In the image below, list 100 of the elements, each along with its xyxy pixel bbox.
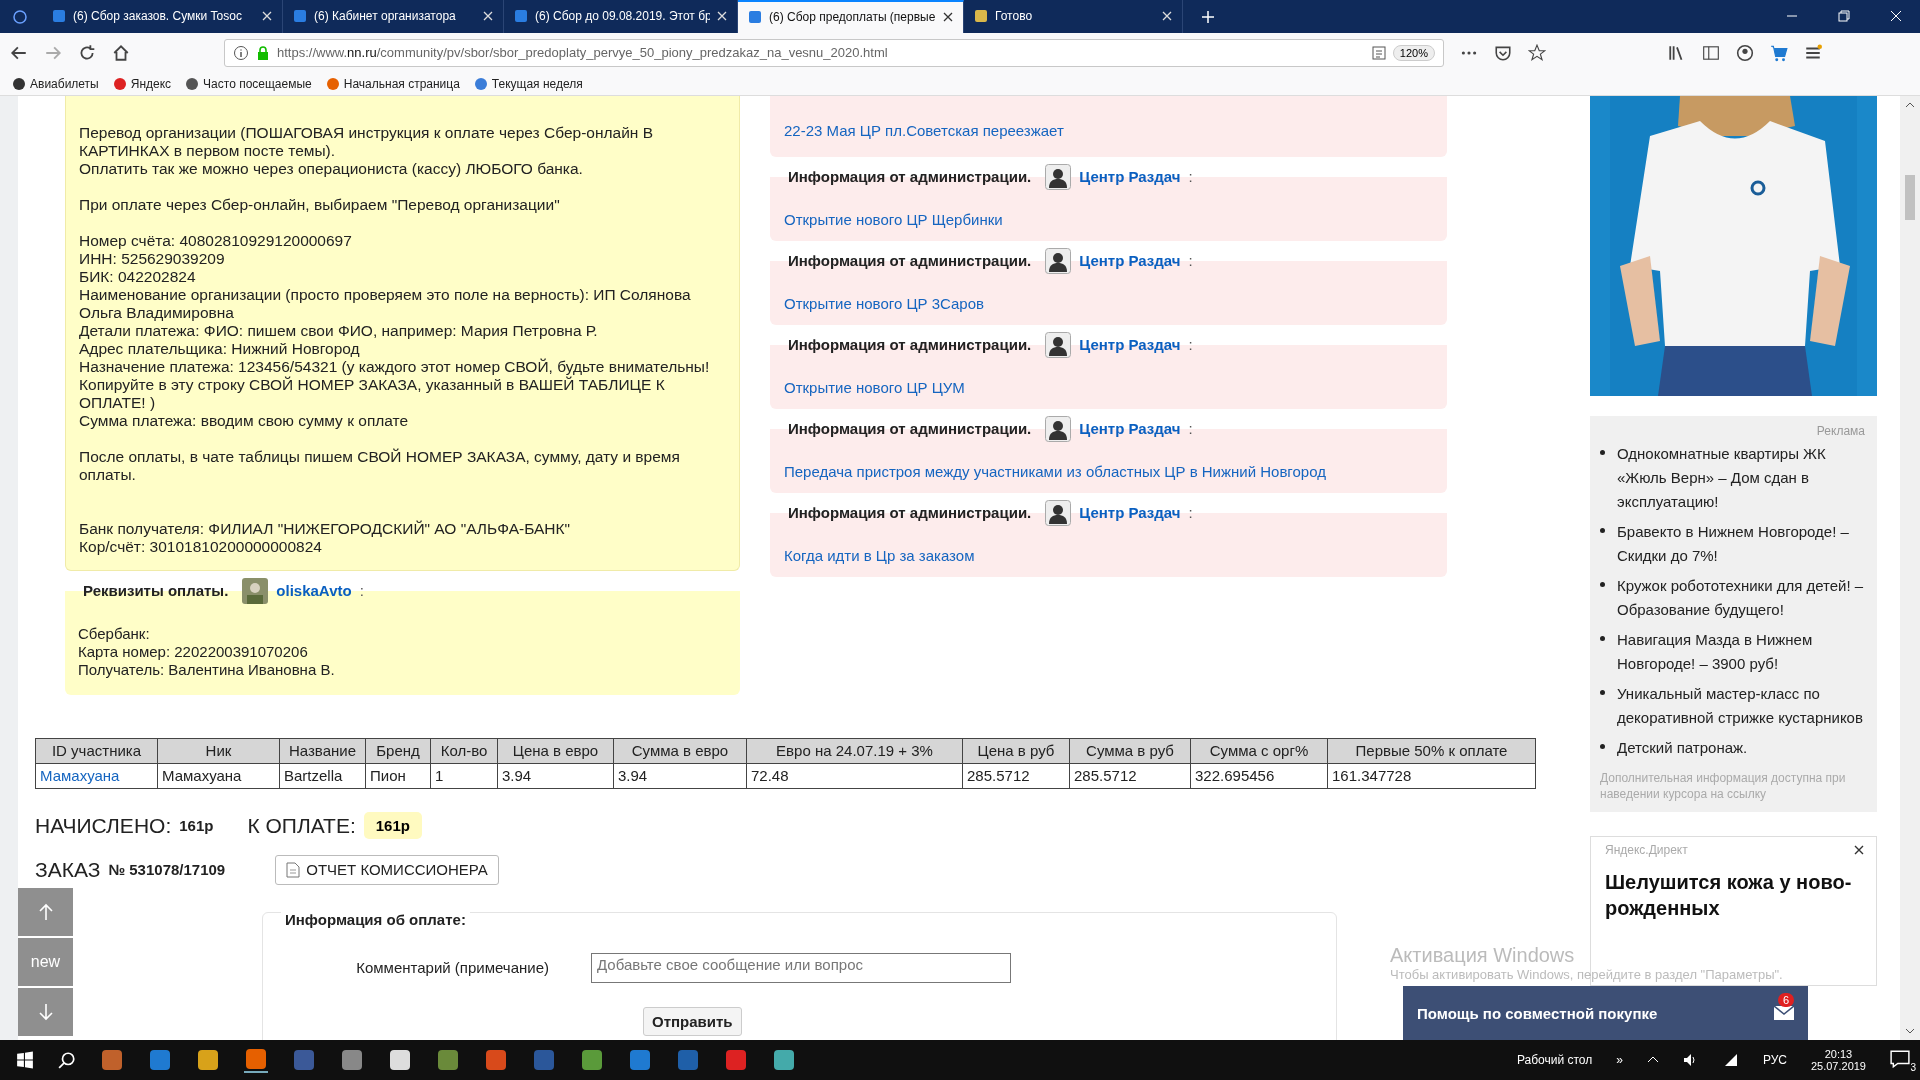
table-cell: 285.5712 xyxy=(962,763,1070,789)
search-icon[interactable] xyxy=(58,1051,76,1070)
post-link[interactable]: Открытие нового ЦР ЦУМ xyxy=(784,378,1433,397)
notification-count: 3 xyxy=(1910,1061,1916,1073)
table-cell: 285.5712 xyxy=(1069,763,1191,789)
zoom-badge[interactable]: 120% xyxy=(1392,44,1435,61)
bullet-icon xyxy=(1600,449,1605,455)
star-icon[interactable] xyxy=(1528,43,1546,62)
ad-link[interactable]: Уникальный мастер-класс по декоративной стрижке кустарников xyxy=(1617,681,1865,730)
ad-headline[interactable]: Шелушится кожа у ново- рожденных xyxy=(1605,868,1864,921)
submit-button[interactable]: Отправить xyxy=(643,1006,742,1036)
table-cell: 322.695456 xyxy=(1190,763,1328,789)
separator: : xyxy=(1188,252,1193,270)
panel-title: Информация об оплате: xyxy=(281,910,470,928)
person-icon xyxy=(1045,163,1072,190)
info-icon[interactable] xyxy=(233,44,249,61)
windows-icon[interactable] xyxy=(16,1051,34,1070)
app-icon[interactable] xyxy=(772,1048,796,1073)
table-cell: Мамахуана xyxy=(157,763,280,789)
scroll-down-button[interactable] xyxy=(18,987,73,1036)
bookmark[interactable]: Начальная страница xyxy=(325,76,460,91)
account-icon[interactable] xyxy=(1736,43,1754,62)
post-title: Реквизиты оплаты. xyxy=(83,582,229,600)
avatar-icon xyxy=(242,577,269,604)
post-link[interactable]: 22-23 Мая ЦР пл.Советская переезжает xyxy=(784,121,1433,140)
home-icon[interactable] xyxy=(112,43,130,62)
author-link[interactable]: Центр Раздач xyxy=(1079,168,1181,186)
browser-tab[interactable]: (6) Сбор заказов. Сумки Tosoc xyxy=(42,0,283,33)
column-header: Сумма в евро xyxy=(613,738,747,764)
person-icon xyxy=(1045,247,1072,274)
post-title: Информация от администрации. xyxy=(788,252,1032,270)
note-text: Сбербанк: Карта номер: 2202200391070206 Получатель: Валентина Ивановна В. xyxy=(78,624,336,679)
clock-date[interactable]: 25.07.2019 xyxy=(1810,1060,1866,1073)
column-header: Название xyxy=(279,738,366,764)
note-text: После оплаты, в чате таблицы пишем СВОЙ НОМЕР ЗАКАЗА, сумму, дату и время оплаты. xyxy=(79,447,681,484)
envelope-icon xyxy=(1774,1006,1794,1021)
bookmark[interactable]: Текущая неделя xyxy=(473,76,583,91)
ad-link[interactable]: Навигация Мазда в Нижнем Новгороде! – 3900 руб! xyxy=(1617,627,1865,676)
column-header: Цена в евро xyxy=(497,738,614,764)
post-link[interactable]: Когда идти в Цр за заказом xyxy=(784,546,1433,565)
chat-widget[interactable]: Помощь по совместной покупке 6 xyxy=(1403,985,1808,1041)
author-link[interactable]: Центр Раздач xyxy=(1079,504,1181,522)
activation-text: Чтобы активировать Windows, перейдите в раздел "Параметры". xyxy=(1390,966,1783,982)
site-icon xyxy=(52,9,66,24)
author-link[interactable]: Центр Раздач xyxy=(1079,420,1181,438)
reload-icon[interactable] xyxy=(78,43,96,62)
due-amount: 161р xyxy=(363,812,422,840)
lock-icon[interactable] xyxy=(255,44,271,61)
post-link[interactable]: Открытие нового ЦР Щербинки xyxy=(784,210,1433,229)
bullet-icon xyxy=(1600,635,1605,641)
close-icon[interactable] xyxy=(1854,844,1864,855)
toolbar-chevron[interactable]: » xyxy=(1616,1053,1623,1068)
column-header: Цена в руб xyxy=(962,738,1070,764)
author-link[interactable]: Центр Раздач xyxy=(1079,336,1181,354)
browser-tab[interactable]: (6) Сбор предоплаты (первые xyxy=(738,0,964,33)
post-title: Информация от администрации. xyxy=(788,420,1032,438)
bookmark[interactable]: Часто посещаемые xyxy=(185,76,312,91)
language-indicator[interactable]: РУС xyxy=(1762,1053,1787,1068)
scrollbar-thumb[interactable] xyxy=(1905,174,1915,220)
document-icon xyxy=(286,861,301,878)
cart-icon[interactable] xyxy=(1770,43,1788,62)
close-icon[interactable] xyxy=(943,12,953,23)
ad-link[interactable]: Детский патронаж. xyxy=(1617,735,1748,760)
notification-icon[interactable] xyxy=(1890,1049,1910,1068)
ad-link[interactable]: Бравекто в Нижнем Новгороде! – Скидки до 7%! xyxy=(1617,519,1865,568)
column-header: Бренд xyxy=(365,738,431,764)
restore-icon[interactable] xyxy=(1838,10,1850,23)
column-header: Первые 50% к оплате xyxy=(1327,738,1536,764)
sidebar-icon[interactable] xyxy=(1702,43,1720,62)
comment-field[interactable]: Добавьте свое сообщение или вопрос xyxy=(591,952,1011,983)
post-link[interactable]: Открытие нового ЦР 3Саров xyxy=(784,294,1433,313)
post-link[interactable]: Передача пристроя между участниками из областных ЦР в Нижний Новгород xyxy=(784,462,1433,481)
report-button[interactable]: ОТЧЕТ КОМИССИОНЕРА xyxy=(275,854,499,885)
app-icon[interactable] xyxy=(388,1048,412,1073)
note-text: При оплате через Сбер-онлайн, выбираем "Перевод организации" xyxy=(79,195,561,214)
separator: : xyxy=(1188,336,1193,354)
author-link[interactable]: oliskaAvto xyxy=(276,582,352,600)
separator: : xyxy=(1188,168,1193,186)
ad-label: Реклама xyxy=(1816,423,1865,438)
bullet-icon xyxy=(1600,743,1605,749)
clock-time[interactable]: 20:13 xyxy=(1824,1048,1853,1061)
bookmark[interactable]: Яндекс xyxy=(112,76,172,91)
plus-icon[interactable] xyxy=(1201,10,1215,24)
app-icon[interactable] xyxy=(244,1047,268,1074)
ad-link[interactable]: Кружок робототехники для детей! – Образование будущего! xyxy=(1617,573,1865,622)
browser-tab[interactable]: (6) Кабинет организатора xyxy=(283,0,504,33)
ad-link[interactable]: Однокомнатные квартиры ЖК «Жюль Верн» – Дом сдан в эксплуатацию! xyxy=(1617,441,1865,514)
due-label: К ОПЛАТЕ: xyxy=(247,813,356,838)
address-bar[interactable]: https://www.nn.ru/community/pv/sbor/sbor_predoplaty_pervye_50_piony_predzakaz_na_vesnu_2020.html 120% xyxy=(224,38,1444,67)
participant-link[interactable]: Мамахуана xyxy=(35,763,158,789)
scroll-up-button[interactable] xyxy=(18,887,73,936)
column-header: ID участника xyxy=(35,738,158,764)
column-header: Сумма в руб xyxy=(1069,738,1191,764)
post-title: Информация от администрации. xyxy=(788,168,1032,186)
app-icon[interactable] xyxy=(196,1048,220,1073)
desktop-toolbar[interactable]: Рабочий стол xyxy=(1516,1053,1593,1068)
browser-tab[interactable]: Готово xyxy=(964,0,1183,33)
author-link[interactable]: Центр Раздач xyxy=(1079,252,1181,270)
table-cell: 72.48 xyxy=(746,763,963,789)
bookmark[interactable]: Авиабилеты xyxy=(12,76,99,91)
